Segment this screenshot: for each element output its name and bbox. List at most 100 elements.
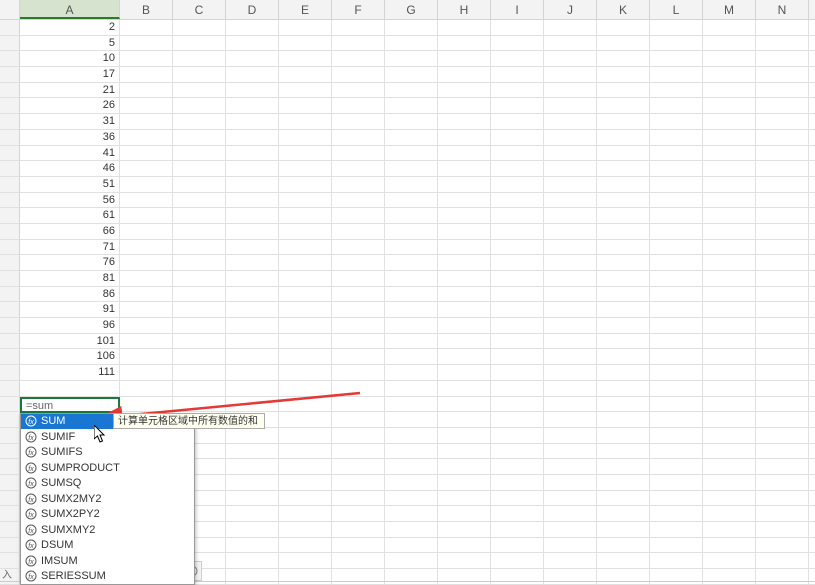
cell[interactable] <box>438 161 491 176</box>
cell[interactable] <box>703 67 756 82</box>
cell[interactable]: 2 <box>20 20 120 35</box>
cell[interactable] <box>597 51 650 66</box>
cell[interactable] <box>226 240 279 255</box>
cell[interactable] <box>438 224 491 239</box>
cell[interactable] <box>279 83 332 98</box>
cell[interactable] <box>438 475 491 490</box>
cell[interactable]: 66 <box>20 224 120 239</box>
cell[interactable] <box>438 538 491 553</box>
cell[interactable]: 81 <box>20 271 120 286</box>
cell[interactable] <box>756 365 809 380</box>
cell[interactable] <box>703 224 756 239</box>
cell[interactable] <box>491 334 544 349</box>
cell[interactable] <box>650 381 703 396</box>
cell[interactable] <box>756 522 809 537</box>
cell[interactable] <box>438 177 491 192</box>
cell[interactable] <box>756 224 809 239</box>
cell[interactable] <box>703 491 756 506</box>
cell[interactable] <box>120 397 173 412</box>
cell[interactable] <box>544 20 597 35</box>
row-header[interactable] <box>0 365 20 380</box>
cell[interactable] <box>703 83 756 98</box>
cell[interactable] <box>491 397 544 412</box>
cell[interactable] <box>385 475 438 490</box>
cell[interactable] <box>650 302 703 317</box>
cell[interactable] <box>120 255 173 270</box>
cell[interactable] <box>120 51 173 66</box>
cell[interactable] <box>385 240 438 255</box>
cell[interactable] <box>491 161 544 176</box>
cell[interactable] <box>173 36 226 51</box>
cell[interactable] <box>544 538 597 553</box>
cell[interactable] <box>332 193 385 208</box>
cell[interactable] <box>756 491 809 506</box>
cell[interactable] <box>703 349 756 364</box>
cell[interactable] <box>544 36 597 51</box>
cell[interactable] <box>491 114 544 129</box>
active-cell-input[interactable]: =sum <box>20 397 120 413</box>
cell[interactable] <box>544 334 597 349</box>
cell[interactable] <box>173 51 226 66</box>
cell[interactable] <box>438 98 491 113</box>
row-header[interactable] <box>0 255 20 270</box>
cell[interactable] <box>385 83 438 98</box>
cell[interactable] <box>703 240 756 255</box>
column-header-G[interactable]: G <box>385 0 438 19</box>
cell[interactable] <box>756 255 809 270</box>
autocomplete-item-sumx2py2[interactable]: fxSUMX2PY2 <box>21 507 194 523</box>
cell[interactable] <box>491 302 544 317</box>
cell[interactable] <box>173 365 226 380</box>
cell[interactable]: 17 <box>20 67 120 82</box>
cell[interactable] <box>703 444 756 459</box>
cell[interactable] <box>120 302 173 317</box>
cell[interactable] <box>597 146 650 161</box>
cell[interactable] <box>385 397 438 412</box>
cell[interactable] <box>332 114 385 129</box>
cell[interactable] <box>756 287 809 302</box>
cell[interactable] <box>597 193 650 208</box>
cell[interactable] <box>332 444 385 459</box>
cell[interactable] <box>226 397 279 412</box>
cell[interactable] <box>650 98 703 113</box>
cell[interactable] <box>279 381 332 396</box>
cell[interactable] <box>226 193 279 208</box>
cell[interactable] <box>332 428 385 443</box>
cell[interactable] <box>385 349 438 364</box>
cell[interactable] <box>544 459 597 474</box>
cell[interactable] <box>703 98 756 113</box>
cell[interactable] <box>544 177 597 192</box>
cell[interactable] <box>703 20 756 35</box>
cell[interactable] <box>173 114 226 129</box>
cell[interactable] <box>120 161 173 176</box>
cell[interactable] <box>491 193 544 208</box>
cell[interactable] <box>544 349 597 364</box>
cell[interactable] <box>173 302 226 317</box>
row-header[interactable] <box>0 161 20 176</box>
cell[interactable] <box>438 208 491 223</box>
cell[interactable] <box>703 365 756 380</box>
cell[interactable] <box>650 83 703 98</box>
cell[interactable] <box>756 20 809 35</box>
cell[interactable] <box>332 381 385 396</box>
cell[interactable] <box>226 475 279 490</box>
cell[interactable] <box>756 51 809 66</box>
cell[interactable] <box>173 98 226 113</box>
cell[interactable] <box>756 397 809 412</box>
cell[interactable] <box>385 67 438 82</box>
cell[interactable] <box>544 146 597 161</box>
cell[interactable] <box>597 334 650 349</box>
cell[interactable] <box>597 287 650 302</box>
cell[interactable] <box>756 271 809 286</box>
cell[interactable] <box>173 271 226 286</box>
column-header-D[interactable]: D <box>226 0 279 19</box>
cell[interactable] <box>120 177 173 192</box>
cell[interactable] <box>597 522 650 537</box>
cell[interactable] <box>332 98 385 113</box>
cell[interactable] <box>226 553 279 568</box>
cell[interactable] <box>120 98 173 113</box>
cell[interactable] <box>703 334 756 349</box>
cell[interactable] <box>491 349 544 364</box>
cell[interactable] <box>756 412 809 427</box>
cell[interactable] <box>438 334 491 349</box>
cell[interactable] <box>756 240 809 255</box>
